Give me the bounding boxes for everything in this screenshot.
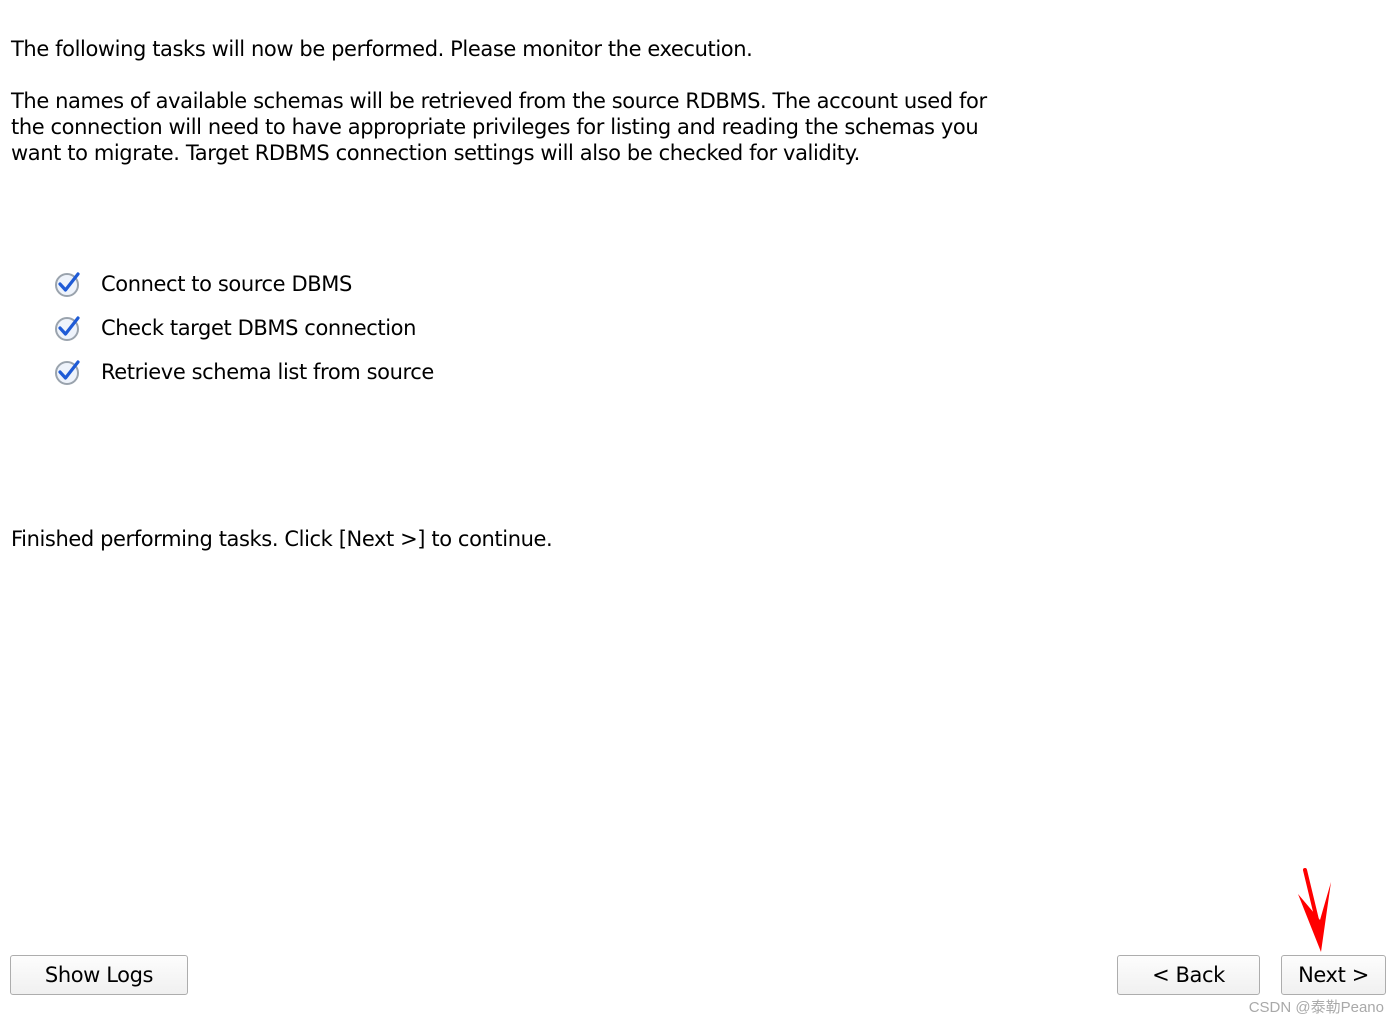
show-logs-button[interactable]: Show Logs [10, 955, 188, 995]
task-item: Retrieve schema list from source [53, 350, 434, 394]
watermark: CSDN @泰勒Peano [1248, 999, 1384, 1016]
status-text: Finished performing tasks. Click [Next >… [11, 527, 553, 551]
description-line: The names of available schemas will be r… [11, 89, 987, 113]
red-arrow-icon [1296, 868, 1336, 954]
task-list: Connect to source DBMS Check target DBMS… [53, 262, 434, 394]
next-button[interactable]: Next > [1281, 955, 1386, 995]
task-label: Check target DBMS connection [101, 316, 417, 340]
task-label: Retrieve schema list from source [101, 360, 434, 384]
checkmark-icon [53, 313, 83, 343]
task-item: Connect to source DBMS [53, 262, 434, 306]
back-button[interactable]: < Back [1117, 955, 1260, 995]
description-line: the connection will need to have appropr… [11, 115, 979, 139]
task-label: Connect to source DBMS [101, 272, 352, 296]
checkmark-icon [53, 357, 83, 387]
description-text: The names of available schemas will be r… [11, 88, 987, 166]
description-line: want to migrate. Target RDBMS connection… [11, 141, 860, 165]
task-item: Check target DBMS connection [53, 306, 434, 350]
checkmark-icon [53, 269, 83, 299]
intro-text: The following tasks will now be performe… [11, 37, 753, 61]
